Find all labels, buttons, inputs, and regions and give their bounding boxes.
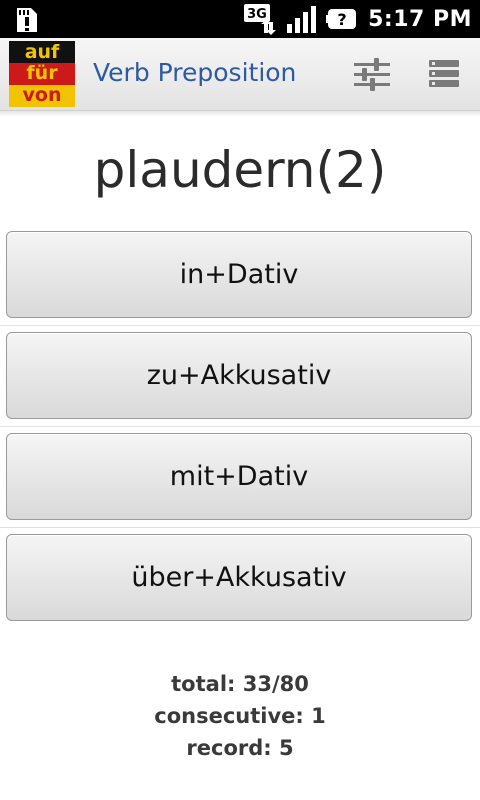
network-type-label: 3G (247, 7, 267, 22)
answer-button-2[interactable]: zu+Akkusativ (6, 332, 472, 419)
app-title: Verb Preposition (93, 58, 297, 87)
battery-unknown-icon: ? (326, 9, 357, 29)
clock-time: 5:17 PM (368, 6, 472, 32)
app-bar-shadow (0, 111, 480, 117)
stat-consecutive: consecutive: 1 (154, 704, 326, 728)
signal-strength-icon (287, 6, 317, 33)
verb-word: plaudern(2) (93, 141, 387, 199)
menu-list-icon[interactable] (424, 56, 464, 92)
status-bar: 3G ? 5:17 PM (0, 0, 480, 38)
svg-text:?: ? (337, 10, 346, 29)
stat-record: record: 5 (186, 736, 294, 760)
answer-button-1[interactable]: in+Dativ (6, 231, 472, 318)
answer-button-4[interactable]: über+Akkusativ (6, 534, 472, 621)
3g-data-icon: 3G (244, 4, 277, 35)
app-bar: auf für von Verb Preposition (0, 38, 480, 111)
answer-button-3[interactable]: mit+Dativ (6, 433, 472, 520)
divider (0, 426, 480, 427)
status-icons: 3G ? 5:17 PM (244, 0, 472, 38)
divider (0, 527, 480, 528)
divider (0, 325, 480, 326)
stats-panel: total: 33/80 consecutive: 1 record: 5 (0, 668, 480, 764)
sd-card-warning-icon (12, 4, 42, 34)
settings-sliders-icon[interactable] (352, 56, 392, 92)
logo-word-1: auf (24, 41, 60, 63)
logo-word-2: für (26, 62, 58, 84)
stat-total: total: 33/80 (171, 672, 309, 696)
app-logo: auf für von (9, 41, 75, 107)
logo-word-3: von (22, 84, 62, 106)
